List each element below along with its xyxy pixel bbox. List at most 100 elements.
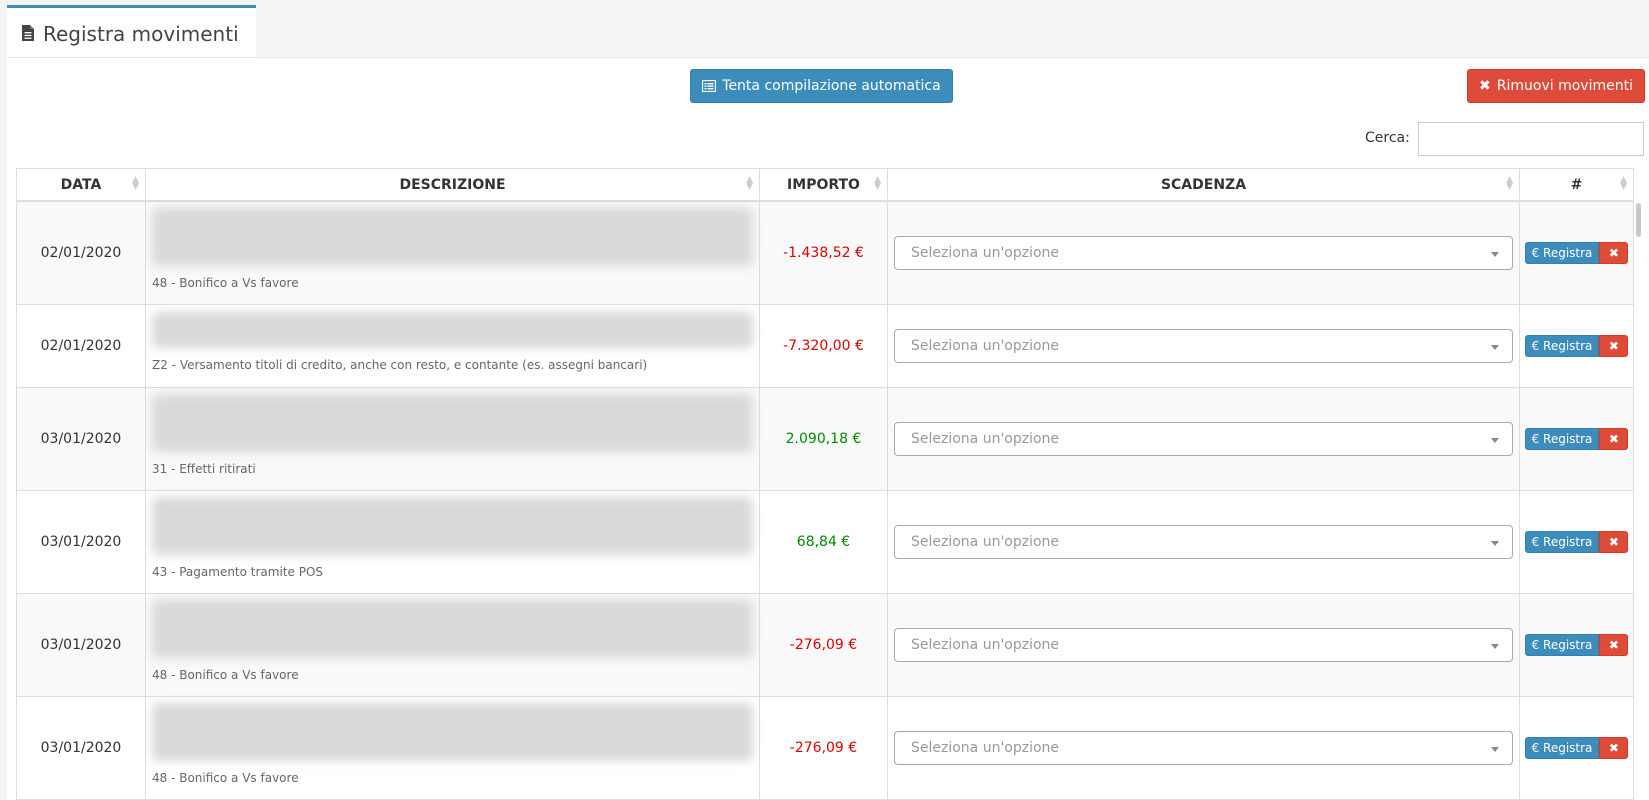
register-button[interactable]: € Registra <box>1524 334 1600 357</box>
select-placeholder: Seleziona un'opzione <box>911 636 1060 653</box>
auto-compile-label: Tenta compilazione automatica <box>722 78 941 94</box>
column-header-actions[interactable]: # ▲ ▼ <box>1519 168 1634 202</box>
delete-row-button[interactable]: ✖ <box>1599 736 1629 759</box>
actions-cell: € Registra ✖ <box>1519 489 1634 594</box>
delete-row-button[interactable]: ✖ <box>1599 633 1629 656</box>
close-icon: ✖ <box>1479 78 1491 94</box>
select-placeholder: Seleziona un'opzione <box>911 739 1060 756</box>
remove-movements-button[interactable]: ✖ Rimuovi movimenti <box>1467 69 1645 103</box>
date-cell: 02/01/2020 <box>16 303 146 388</box>
sort-icon: ▲ ▼ <box>132 175 139 192</box>
remove-movements-label: Rimuovi movimenti <box>1496 78 1633 94</box>
row-description: Z2 - Versamento titoli di credito, anche… <box>152 358 648 372</box>
chevron-down-icon <box>1491 437 1499 443</box>
blurred-description <box>152 497 753 555</box>
row-amount: -1.438,52 € <box>783 244 864 261</box>
scrollbar-thumb[interactable] <box>1636 203 1641 237</box>
register-button[interactable]: € Registra <box>1524 736 1600 759</box>
delete-row-button[interactable]: ✖ <box>1599 334 1629 357</box>
amount-cell: 2.090,18 € <box>759 386 888 491</box>
amount-cell: -7.320,00 € <box>759 303 888 388</box>
chevron-down-icon <box>1491 251 1499 257</box>
chevron-down-icon <box>1491 540 1499 546</box>
row-description: 48 - Bonifico a Vs favore <box>152 668 299 682</box>
list-alt-icon <box>702 80 717 92</box>
row-date: 03/01/2020 <box>40 636 122 653</box>
scadenza-cell: Seleziona un'opzione <box>887 592 1520 697</box>
row-date: 03/01/2020 <box>40 430 122 447</box>
amount-cell: -276,09 € <box>759 592 888 697</box>
table-row: 03/01/2020 48 - Bonifico a Vs favore -27… <box>16 592 1634 697</box>
register-button[interactable]: € Registra <box>1524 241 1600 264</box>
actions-cell: € Registra ✖ <box>1519 695 1634 800</box>
row-date: 03/01/2020 <box>40 739 122 756</box>
actions-cell: € Registra ✖ <box>1519 592 1634 697</box>
table-header-row: DATA ▲ ▼ DESCRIZIONE ▲ ▼ IMPORTO ▲ ▼ SCADENZA ▲… <box>16 168 1634 202</box>
select-placeholder: Seleziona un'opzione <box>911 244 1060 261</box>
description-cell: Z2 - Versamento titoli di credito, anche… <box>145 303 760 388</box>
description-cell: 31 - Effetti ritirati <box>145 386 760 491</box>
row-description: 31 - Effetti ritirati <box>152 462 256 476</box>
column-header-scadenza[interactable]: SCADENZA ▲ ▼ <box>887 168 1520 202</box>
scadenza-cell: Seleziona un'opzione <box>887 386 1520 491</box>
scadenza-select[interactable]: Seleziona un'opzione <box>894 421 1513 456</box>
amount-cell: 68,84 € <box>759 489 888 594</box>
blurred-description <box>152 312 753 348</box>
column-header-importo[interactable]: IMPORTO ▲ ▼ <box>759 168 888 202</box>
auto-compile-button[interactable]: Tenta compilazione automatica <box>690 69 953 103</box>
select-placeholder: Seleziona un'opzione <box>911 337 1060 354</box>
actions-cell: € Registra ✖ <box>1519 200 1634 305</box>
search-input[interactable] <box>1418 122 1644 156</box>
row-description: 43 - Pagamento tramite POS <box>152 565 324 579</box>
row-date: 03/01/2020 <box>40 533 122 550</box>
page-title: Registra movimenti <box>43 22 239 46</box>
scadenza-select[interactable]: Seleziona un'opzione <box>894 524 1513 559</box>
delete-row-button[interactable]: ✖ <box>1599 530 1629 553</box>
chevron-down-icon <box>1491 746 1499 752</box>
row-date: 02/01/2020 <box>40 337 122 354</box>
tab-registra-movimenti[interactable]: Registra movimenti <box>7 5 256 57</box>
date-cell: 03/01/2020 <box>16 386 146 491</box>
register-button[interactable]: € Registra <box>1524 633 1600 656</box>
table-row: 02/01/2020 48 - Bonifico a Vs favore -1.… <box>16 200 1634 305</box>
description-cell: 48 - Bonifico a Vs favore <box>145 695 760 800</box>
amount-cell: -276,09 € <box>759 695 888 800</box>
description-cell: 43 - Pagamento tramite POS <box>145 489 760 594</box>
sort-icon: ▲ ▼ <box>1506 175 1513 192</box>
chevron-down-icon <box>1491 344 1499 350</box>
date-cell: 03/01/2020 <box>16 489 146 594</box>
table-row: 03/01/2020 31 - Effetti ritirati 2.090,1… <box>16 386 1634 491</box>
row-amount: -276,09 € <box>789 739 858 756</box>
scadenza-select[interactable]: Seleziona un'opzione <box>894 730 1513 765</box>
amount-cell: -1.438,52 € <box>759 200 888 305</box>
select-placeholder: Seleziona un'opzione <box>911 430 1060 447</box>
scadenza-cell: Seleziona un'opzione <box>887 200 1520 305</box>
scadenza-select[interactable]: Seleziona un'opzione <box>894 328 1513 363</box>
date-cell: 03/01/2020 <box>16 592 146 697</box>
date-cell: 02/01/2020 <box>16 200 146 305</box>
register-button[interactable]: € Registra <box>1524 530 1600 553</box>
blurred-description <box>152 394 753 452</box>
delete-row-button[interactable]: ✖ <box>1599 427 1629 450</box>
document-icon <box>22 25 34 41</box>
row-amount: -7.320,00 € <box>783 337 864 354</box>
select-placeholder: Seleziona un'opzione <box>911 533 1060 550</box>
scadenza-select[interactable]: Seleziona un'opzione <box>894 627 1513 662</box>
table-row: 03/01/2020 43 - Pagamento tramite POS 68… <box>16 489 1634 594</box>
column-header-descrizione[interactable]: DESCRIZIONE ▲ ▼ <box>145 168 760 202</box>
actions-cell: € Registra ✖ <box>1519 303 1634 388</box>
date-cell: 03/01/2020 <box>16 695 146 800</box>
description-cell: 48 - Bonifico a Vs favore <box>145 200 760 305</box>
actions-cell: € Registra ✖ <box>1519 386 1634 491</box>
search-label: Cerca: <box>1365 130 1410 146</box>
table-row: 03/01/2020 48 - Bonifico a Vs favore -27… <box>16 695 1634 800</box>
register-button[interactable]: € Registra <box>1524 427 1600 450</box>
sort-icon: ▲ ▼ <box>746 175 753 192</box>
blurred-description <box>152 600 753 658</box>
row-amount: 68,84 € <box>796 533 851 550</box>
sort-icon: ▲ ▼ <box>874 175 881 192</box>
column-header-data[interactable]: DATA ▲ ▼ <box>16 168 146 202</box>
delete-row-button[interactable]: ✖ <box>1599 241 1629 264</box>
scadenza-select[interactable]: Seleziona un'opzione <box>894 235 1513 270</box>
scadenza-cell: Seleziona un'opzione <box>887 695 1520 800</box>
